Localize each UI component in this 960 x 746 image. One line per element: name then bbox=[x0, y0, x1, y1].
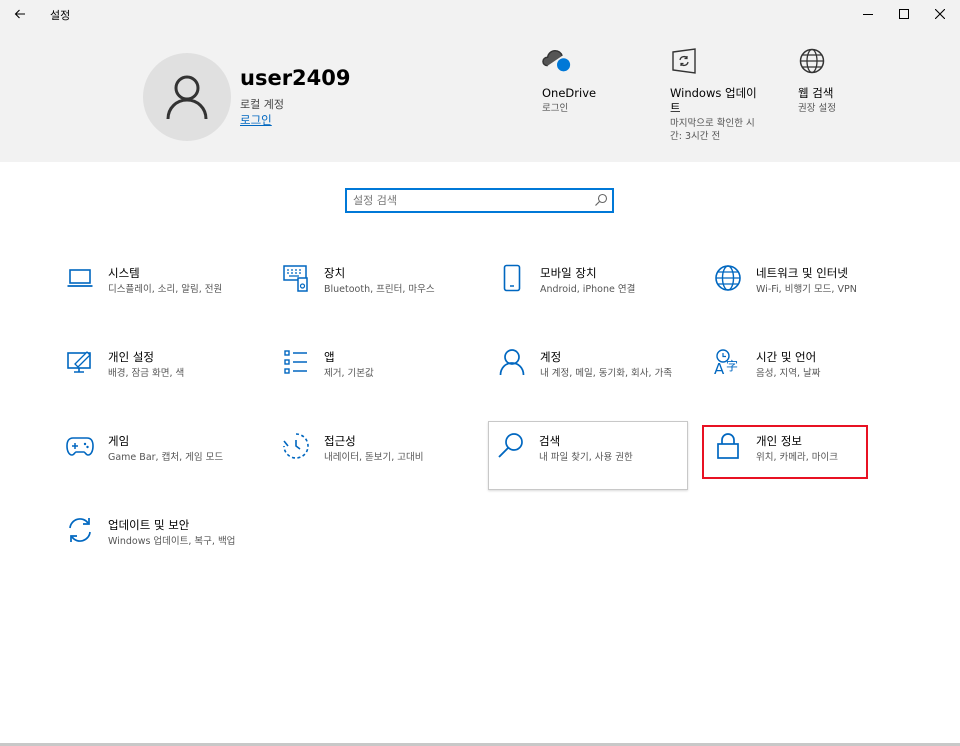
maximize-button[interactable] bbox=[886, 0, 922, 28]
category-ease-of-access[interactable]: 접근성 내레이터, 돋보기, 고대비 bbox=[274, 422, 472, 490]
category-phone[interactable]: 모바일 장치 Android, iPhone 연결 bbox=[490, 254, 688, 322]
category-accounts[interactable]: 계정 내 계정, 메일, 동기화, 회사, 가족 bbox=[490, 338, 688, 406]
account-header: user2409 로컬 계정 로그인 OneDrive 로그인 Windows … bbox=[0, 28, 960, 162]
category-apps[interactable]: 앱 제거, 기본값 bbox=[274, 338, 472, 406]
minimize-button[interactable] bbox=[850, 0, 886, 28]
settings-search-box[interactable] bbox=[345, 188, 614, 213]
person-icon bbox=[166, 75, 208, 120]
category-desc: Android, iPhone 연결 bbox=[540, 284, 636, 295]
close-button[interactable] bbox=[922, 0, 958, 28]
windows-update-status: 마지막으로 확인한 시간: 3시간 전 bbox=[670, 118, 755, 142]
minimize-icon bbox=[863, 14, 873, 15]
category-name: 장치 bbox=[324, 266, 346, 280]
person-icon bbox=[499, 349, 525, 376]
onedrive-label: OneDrive bbox=[542, 86, 597, 100]
category-name: 게임 bbox=[108, 434, 130, 448]
avatar[interactable] bbox=[143, 53, 231, 141]
category-desc: 디스플레이, 소리, 알림, 전원 bbox=[108, 284, 223, 295]
gamepad-icon bbox=[66, 437, 94, 456]
ease-of-access-icon bbox=[283, 433, 309, 459]
title-bar: 설정 bbox=[0, 0, 960, 28]
laptop-icon bbox=[67, 269, 93, 287]
category-desc: 내 파일 찾기, 사용 권한 bbox=[539, 452, 633, 463]
time-language-icon: A字 bbox=[714, 349, 738, 376]
category-name: 네트워크 및 인터넷 bbox=[756, 266, 848, 280]
category-system[interactable]: 시스템 디스플레이, 소리, 알림, 전원 bbox=[58, 254, 256, 322]
category-search[interactable]: 검색 내 파일 찾기, 사용 권한 bbox=[488, 421, 688, 490]
category-name: 계정 bbox=[540, 350, 562, 364]
maximize-icon bbox=[899, 9, 909, 19]
category-name: 모바일 장치 bbox=[540, 266, 597, 280]
windows-update-item[interactable]: Windows 업데이트 마지막으로 확인한 시간: 3시간 전 bbox=[670, 46, 762, 143]
search-icon bbox=[595, 193, 608, 206]
category-name: 시스템 bbox=[108, 266, 140, 280]
category-desc: 내 계정, 메일, 동기화, 회사, 가족 bbox=[540, 368, 673, 379]
close-icon bbox=[935, 9, 945, 19]
category-personalization[interactable]: 개인 설정 배경, 잠금 화면, 색 bbox=[58, 338, 256, 406]
category-desc: Bluetooth, 프린터, 마우스 bbox=[324, 284, 435, 295]
category-name: 접근성 bbox=[324, 434, 356, 448]
category-desc: 내레이터, 돋보기, 고대비 bbox=[324, 452, 424, 463]
category-desc: 음성, 지역, 날짜 bbox=[756, 368, 821, 379]
category-name: 업데이트 및 보안 bbox=[108, 518, 190, 532]
windows-update-icon bbox=[672, 48, 696, 74]
account-type: 로컬 계정 bbox=[240, 98, 284, 111]
personalization-icon bbox=[67, 351, 91, 373]
category-devices[interactable]: 장치 Bluetooth, 프린터, 마우스 bbox=[274, 254, 472, 322]
category-time-language[interactable]: A字 시간 및 언어 음성, 지역, 날짜 bbox=[706, 338, 904, 406]
search-icon bbox=[498, 433, 523, 458]
onedrive-icon bbox=[542, 49, 571, 72]
category-name: 앱 bbox=[324, 350, 335, 364]
category-name: 검색 bbox=[539, 434, 561, 448]
category-desc: 배경, 잠금 화면, 색 bbox=[108, 368, 185, 379]
sync-icon bbox=[69, 518, 91, 542]
web-search-status: 권장 설정 bbox=[798, 103, 836, 114]
category-desc: Windows 업데이트, 복구, 백업 bbox=[108, 536, 236, 547]
apps-icon bbox=[284, 350, 307, 374]
window-title: 설정 bbox=[50, 9, 71, 22]
search-input[interactable] bbox=[353, 192, 588, 209]
web-search-label: 웹 검색 bbox=[798, 86, 834, 100]
onedrive-item[interactable]: OneDrive 로그인 bbox=[542, 46, 642, 115]
globe-icon bbox=[799, 48, 825, 74]
devices-icon bbox=[283, 265, 308, 292]
category-update-security[interactable]: 업데이트 및 보안 Windows 업데이트, 복구, 백업 bbox=[58, 506, 256, 574]
category-desc: Game Bar, 캡처, 게임 모드 bbox=[108, 452, 224, 463]
back-arrow-icon bbox=[14, 9, 25, 19]
web-search-item[interactable]: 웹 검색 권장 설정 bbox=[798, 46, 888, 115]
onedrive-status: 로그인 bbox=[542, 103, 569, 114]
category-gaming[interactable]: 게임 Game Bar, 캡처, 게임 모드 bbox=[58, 422, 256, 490]
category-name: 시간 및 언어 bbox=[756, 350, 817, 364]
category-name: 개인 설정 bbox=[108, 350, 154, 364]
category-network[interactable]: 네트워크 및 인터넷 Wi-Fi, 비행기 모드, VPN bbox=[706, 254, 904, 322]
windows-update-label: Windows 업데이트 bbox=[670, 86, 757, 115]
category-desc: Wi-Fi, 비행기 모드, VPN bbox=[756, 284, 857, 295]
signin-link[interactable]: 로그인 bbox=[240, 112, 272, 128]
globe-icon bbox=[715, 265, 741, 291]
back-button[interactable] bbox=[10, 4, 30, 24]
username: user2409 bbox=[240, 66, 351, 90]
category-desc: 제거, 기본값 bbox=[324, 368, 374, 379]
privacy-highlight-box bbox=[702, 425, 868, 479]
phone-icon bbox=[503, 264, 521, 292]
